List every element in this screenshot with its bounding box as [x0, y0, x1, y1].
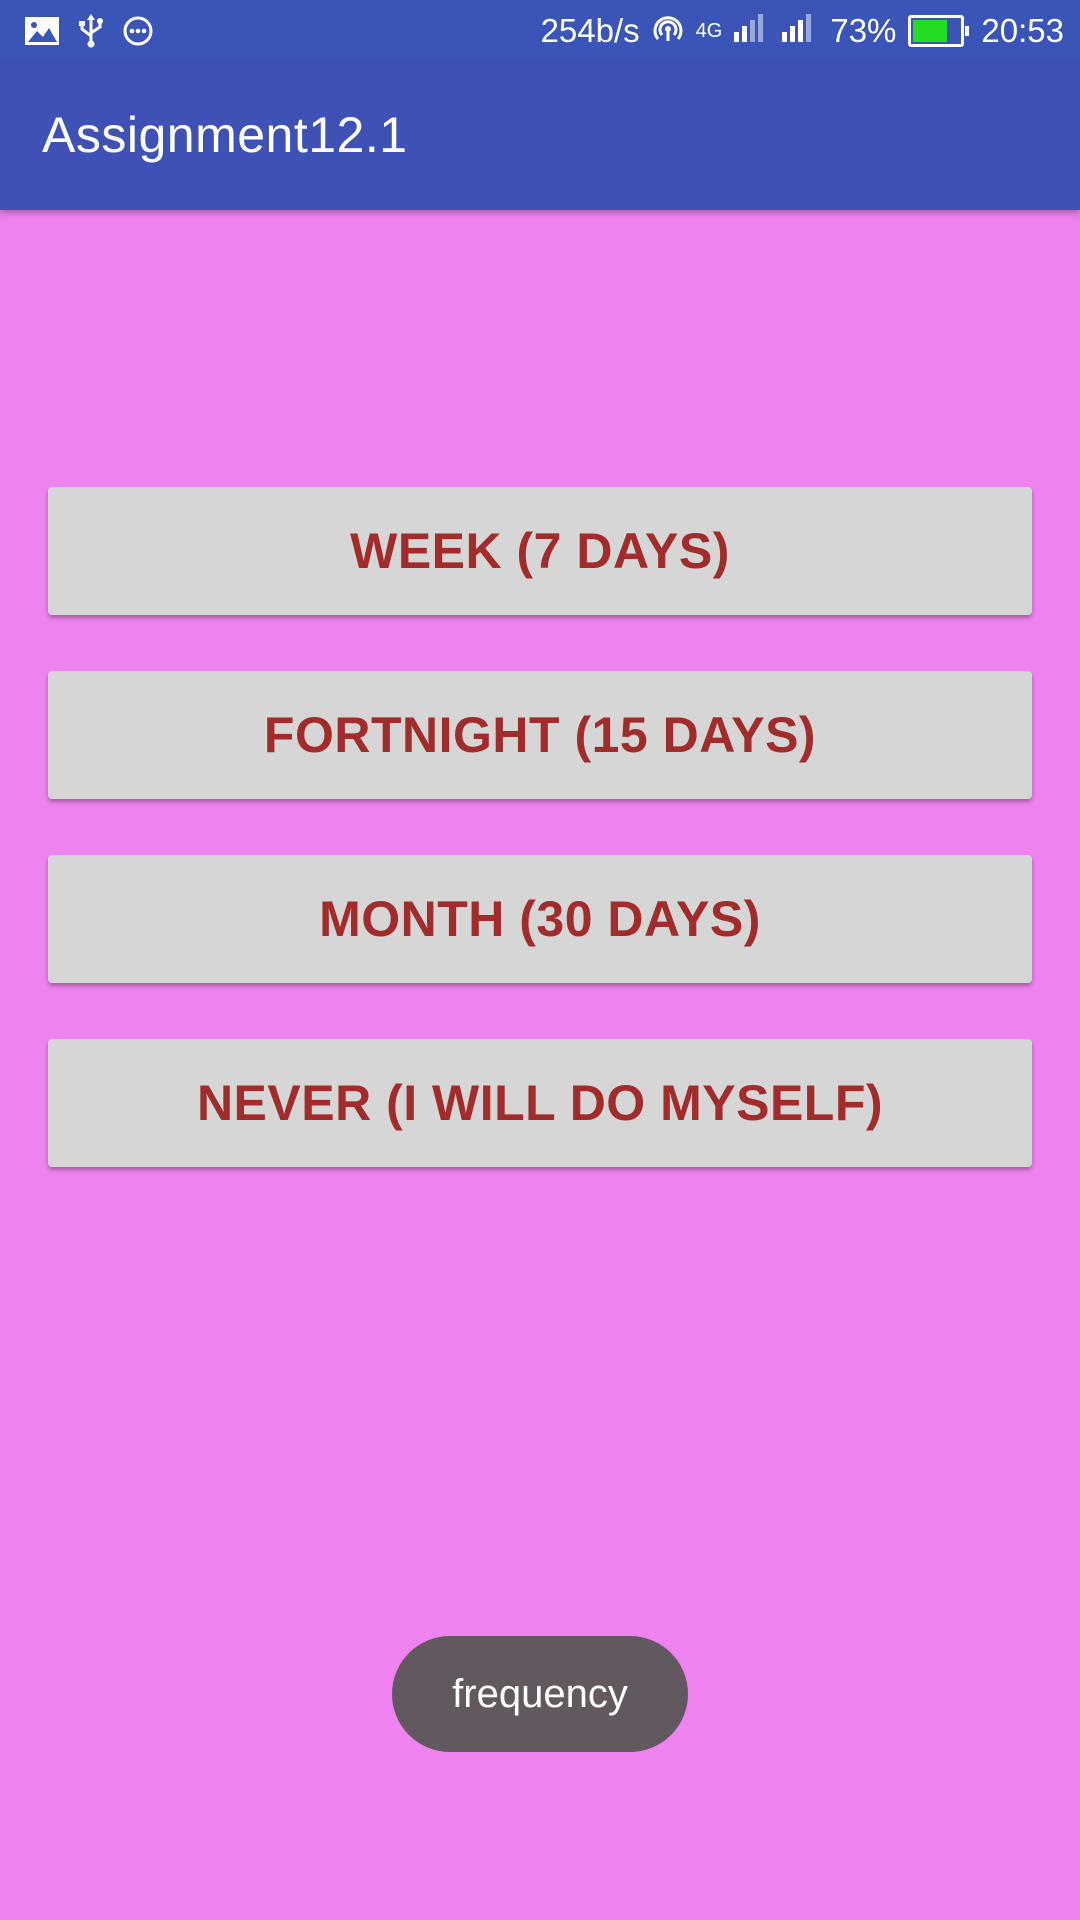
more-circle-icon [122, 15, 154, 52]
hotspot-icon [652, 11, 684, 51]
status-bar-notifications [24, 14, 154, 53]
network-speed: 254b/s [540, 12, 640, 49]
image-icon [24, 16, 60, 51]
network-type: 4G [695, 19, 723, 42]
signal-icon [782, 12, 818, 50]
week-button[interactable]: WEEK (7 DAYS) [48, 487, 1032, 615]
page-title: Assignment12.1 [42, 107, 408, 163]
clock: 20:53 [981, 12, 1064, 49]
battery-icon [908, 15, 970, 47]
battery-percent: 73% [830, 12, 897, 49]
fortnight-button[interactable]: FORTNIGHT (15 DAYS) [48, 671, 1032, 799]
status-bar-system: 254b/s 4G 73% 20:53 [541, 0, 1064, 62]
toast-message: frequency [392, 1636, 688, 1752]
status-bar: 254b/s 4G 73% 20:53 [0, 0, 1080, 62]
app-bar: Assignment12.1 [0, 62, 1080, 210]
month-button[interactable]: MONTH (30 DAYS) [48, 855, 1032, 983]
signal-icon [734, 12, 770, 50]
never-button[interactable]: NEVER (I WILL DO MYSELF) [48, 1039, 1032, 1167]
usb-icon [78, 14, 104, 53]
